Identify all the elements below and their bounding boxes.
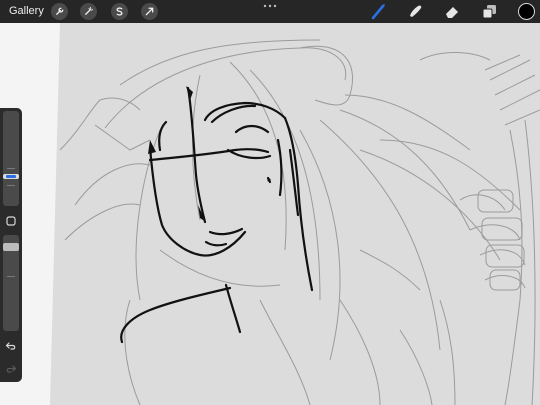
slider-tick [7, 276, 15, 277]
magic-wand-icon[interactable] [80, 3, 97, 20]
eraser-icon[interactable] [444, 3, 461, 20]
transform-arrow-icon[interactable] [141, 3, 158, 20]
redo-icon[interactable] [5, 363, 17, 375]
modify-button-icon[interactable] [6, 216, 16, 226]
smudge-icon[interactable] [407, 3, 424, 20]
left-sidebar [0, 108, 22, 382]
selection-icon[interactable] [111, 3, 128, 20]
brush-size-handle[interactable] [3, 174, 19, 179]
top-toolbar: Gallery [0, 0, 540, 23]
brush-size-slider[interactable] [3, 111, 19, 206]
opacity-handle[interactable] [3, 243, 19, 251]
layers-icon[interactable] [481, 3, 498, 20]
gallery-button[interactable]: Gallery [9, 4, 44, 18]
drawing-canvas[interactable] [0, 0, 540, 405]
slider-tick [7, 168, 15, 169]
undo-icon[interactable] [5, 340, 17, 352]
more-options-icon[interactable] [262, 3, 278, 9]
color-swatch[interactable] [518, 3, 535, 20]
slider-tick [7, 185, 15, 186]
brush-icon[interactable] [370, 3, 387, 20]
wrench-icon[interactable] [51, 3, 68, 20]
